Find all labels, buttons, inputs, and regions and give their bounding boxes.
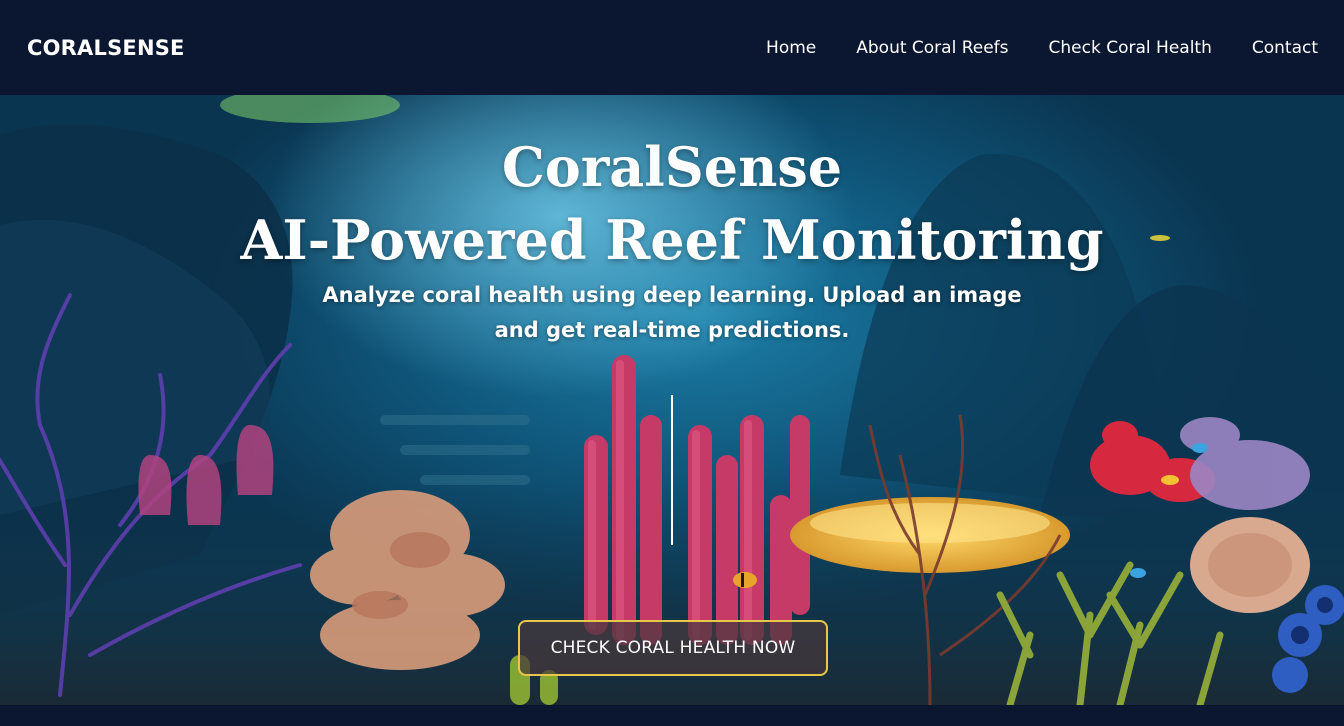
text-cursor-line <box>671 395 673 545</box>
navbar: CORALSENSE Home About Coral Reefs Check … <box>0 0 1344 95</box>
brand-logo[interactable]: CORALSENSE <box>27 36 185 60</box>
nav-link-check-coral-health[interactable]: Check Coral Health <box>1049 38 1212 58</box>
hero-title-tagline: AI-Powered Reef Monitoring <box>240 208 1104 272</box>
check-coral-health-now-button[interactable]: CHECK CORAL HEALTH NOW <box>518 620 828 676</box>
footer-strip <box>0 705 1344 726</box>
hero-subtitle: Analyze coral health using deep learning… <box>322 283 1022 342</box>
nav-links: Home About Coral Reefs Check Coral Healt… <box>726 38 1318 58</box>
hero-title-brand: CoralSense <box>501 135 843 199</box>
nav-link-home[interactable]: Home <box>766 38 816 58</box>
nav-link-about-coral-reefs[interactable]: About Coral Reefs <box>856 38 1008 58</box>
nav-link-contact[interactable]: Contact <box>1252 38 1318 58</box>
hero-section: CoralSense AI-Powered Reef Monitoring An… <box>0 95 1344 705</box>
